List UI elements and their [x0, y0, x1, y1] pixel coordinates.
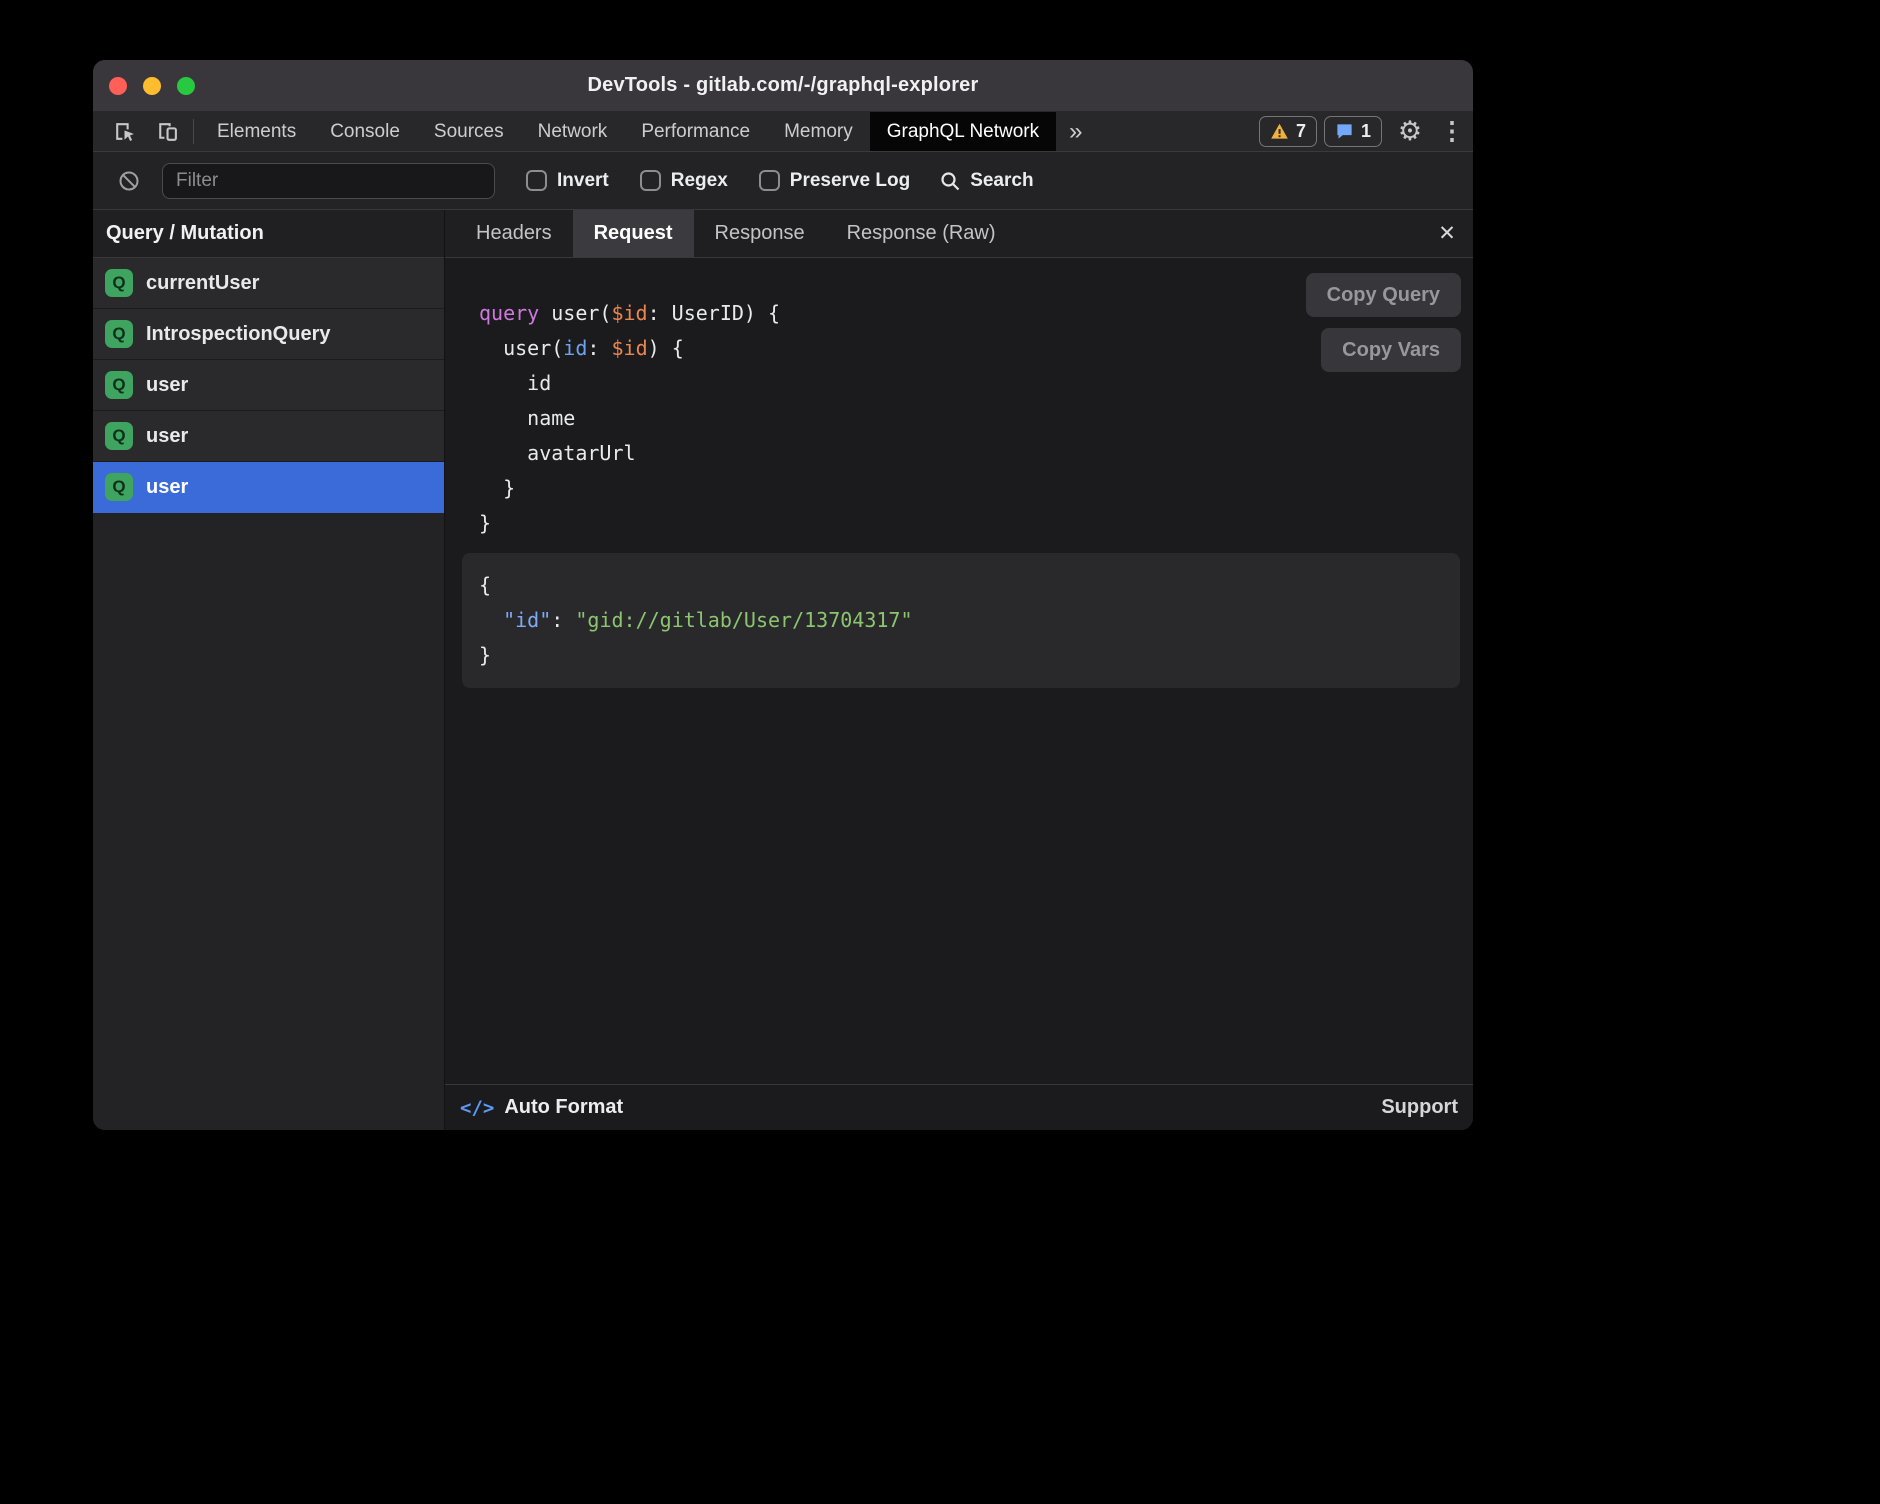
close-window-button[interactable]	[109, 77, 127, 95]
query-list-item-user-1[interactable]: Q user	[93, 360, 444, 411]
search-label: Search	[970, 170, 1033, 192]
gear-glyph: ⚙	[1398, 118, 1422, 145]
detail-tabbar-spacer	[1017, 210, 1421, 257]
filter-toolbar: Invert Regex Preserve Log Search	[93, 152, 1473, 210]
query-list-panel: Query / Mutation Q currentUser Q Introsp…	[93, 210, 445, 1130]
invert-checkbox-box[interactable]	[526, 170, 547, 191]
search-control[interactable]: Search	[938, 169, 1033, 193]
query-list-item-label: user	[146, 476, 188, 499]
request-detail-panel: Headers Request Response Response (Raw) …	[445, 210, 1473, 1130]
regex-checkbox[interactable]: Regex	[640, 170, 728, 192]
query-list-item-label: IntrospectionQuery	[146, 323, 330, 346]
query-type-badge: Q	[105, 422, 133, 450]
desktop-background: DevTools - gitlab.com/-/graphql-explorer…	[0, 0, 1880, 1504]
devtools-tabbar: Elements Console Sources Network Perform…	[93, 112, 1473, 152]
preserve-log-checkbox-box[interactable]	[759, 170, 780, 191]
tab-graphql-network[interactable]: GraphQL Network	[870, 112, 1056, 151]
device-toolbar-icon[interactable]	[145, 112, 187, 151]
copy-query-button[interactable]: Copy Query	[1306, 273, 1461, 317]
toolbar-divider	[193, 119, 194, 144]
tab-network[interactable]: Network	[521, 112, 625, 151]
query-list-item-label: user	[146, 425, 188, 448]
issues-badge[interactable]: 1	[1324, 116, 1382, 147]
preserve-log-checkbox[interactable]: Preserve Log	[759, 170, 910, 192]
inspect-element-icon[interactable]	[103, 112, 145, 151]
devtools-window: DevTools - gitlab.com/-/graphql-explorer…	[93, 60, 1473, 1130]
tab-performance[interactable]: Performance	[624, 112, 767, 151]
invert-checkbox[interactable]: Invert	[526, 170, 609, 192]
warning-icon	[1270, 122, 1289, 141]
message-bubble-icon	[1335, 122, 1354, 141]
code-icon: </>	[460, 1097, 494, 1119]
tab-console[interactable]: Console	[313, 112, 417, 151]
detail-footer: </> Auto Format Support	[445, 1084, 1473, 1130]
minimize-window-button[interactable]	[143, 77, 161, 95]
tab-request[interactable]: Request	[573, 210, 694, 257]
detail-tabbar: Headers Request Response Response (Raw) …	[445, 210, 1473, 258]
tab-response-raw[interactable]: Response (Raw)	[826, 210, 1017, 257]
auto-format-button[interactable]: </> Auto Format	[460, 1096, 623, 1119]
kebab-glyph: ⋮	[1440, 119, 1465, 144]
query-list-header: Query / Mutation	[93, 210, 444, 258]
tab-sources[interactable]: Sources	[417, 112, 521, 151]
issues-count: 1	[1361, 121, 1371, 142]
window-title: DevTools - gitlab.com/-/graphql-explorer	[587, 74, 978, 97]
titlebar: DevTools - gitlab.com/-/graphql-explorer	[93, 60, 1473, 112]
query-list-item-label: currentUser	[146, 272, 259, 295]
search-icon	[938, 169, 962, 193]
query-type-badge: Q	[105, 473, 133, 501]
query-list-item-user-3-selected[interactable]: Q user	[93, 462, 444, 513]
tab-memory[interactable]: Memory	[767, 112, 870, 151]
query-type-badge: Q	[105, 371, 133, 399]
kebab-menu-icon[interactable]: ⋮	[1431, 112, 1473, 151]
warnings-badge[interactable]: 7	[1259, 116, 1317, 147]
regex-checkbox-label: Regex	[671, 170, 728, 192]
more-tabs-icon[interactable]: »	[1056, 112, 1095, 151]
query-list-item-currentuser[interactable]: Q currentUser	[93, 258, 444, 309]
copy-buttons: Copy Query Copy Vars	[1306, 273, 1461, 372]
zoom-window-button[interactable]	[177, 77, 195, 95]
warnings-count: 7	[1296, 121, 1306, 142]
tab-response[interactable]: Response	[694, 210, 826, 257]
filter-input[interactable]	[162, 163, 495, 199]
query-type-badge: Q	[105, 269, 133, 297]
traffic-lights	[109, 60, 195, 111]
query-type-badge: Q	[105, 320, 133, 348]
tab-headers[interactable]: Headers	[455, 210, 573, 257]
query-list-item-user-2[interactable]: Q user	[93, 411, 444, 462]
close-panel-icon[interactable]: ✕	[1421, 210, 1473, 257]
invert-checkbox-label: Invert	[557, 170, 609, 192]
copy-vars-button[interactable]: Copy Vars	[1321, 328, 1461, 372]
main-split: Query / Mutation Q currentUser Q Introsp…	[93, 210, 1473, 1130]
tabbar-spacer	[1096, 112, 1259, 151]
query-list-item-label: user	[146, 374, 188, 397]
support-link[interactable]: Support	[1381, 1096, 1458, 1119]
graphql-variables-box: { "id": "gid://gitlab/User/13704317"}	[462, 553, 1460, 688]
query-list-item-introspectionquery[interactable]: Q IntrospectionQuery	[93, 309, 444, 360]
preserve-log-checkbox-label: Preserve Log	[790, 170, 910, 192]
regex-checkbox-box[interactable]	[640, 170, 661, 191]
settings-gear-icon[interactable]: ⚙	[1389, 112, 1431, 151]
auto-format-label: Auto Format	[504, 1096, 623, 1119]
clear-icon[interactable]	[108, 169, 150, 193]
tab-elements[interactable]: Elements	[200, 112, 313, 151]
request-body: Copy Query Copy Vars query user($id: Use…	[445, 258, 1473, 1084]
